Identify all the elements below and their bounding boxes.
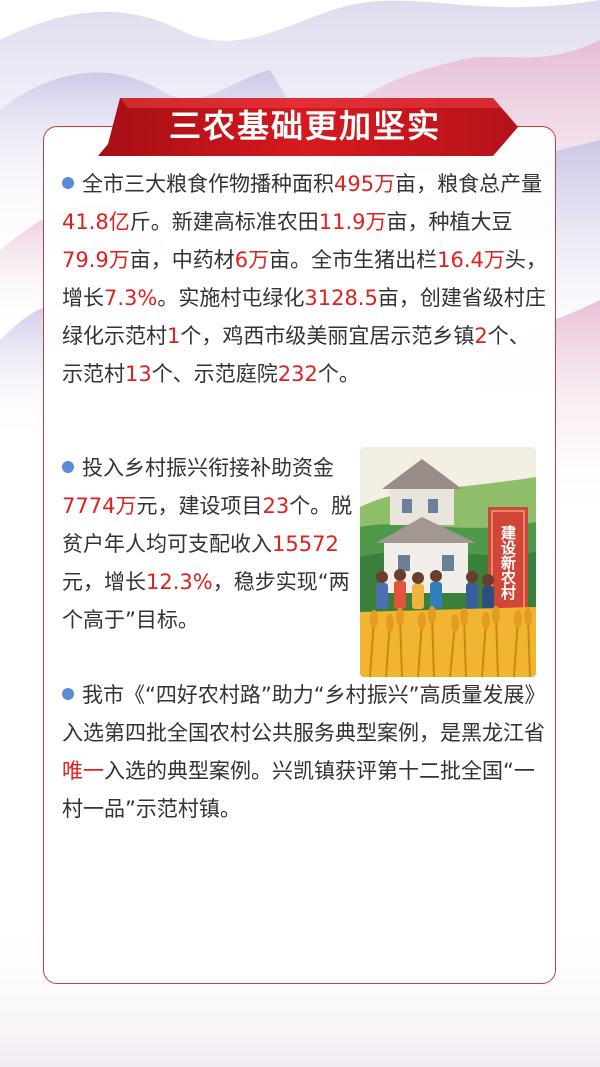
bullet-dot-icon <box>62 688 74 700</box>
bullet-dot-icon <box>62 177 74 189</box>
new-countryside-illustration: 建设新农村 <box>360 447 536 677</box>
paragraph-rural-roads: 我市《“四好农村路”助力“乡村振兴”高质量发展》入选第四批全国农村公共服务典型案… <box>62 683 546 821</box>
page-title: 三农基础更加坚实 <box>168 107 441 145</box>
bullet-dot-icon <box>62 461 74 473</box>
paragraph-grain: 全市三大粮食作物播种面积495万亩，粮食总产量41.8亿斤。新建高标准农田11.… <box>62 172 547 386</box>
illustration-sign-text: 建设新农村 <box>499 524 517 601</box>
paragraph-rural-revitalization: 投入乡村振兴衔接补助资金7774万元，建设项目23个。脱贫户年人均可支配收入15… <box>62 456 353 632</box>
